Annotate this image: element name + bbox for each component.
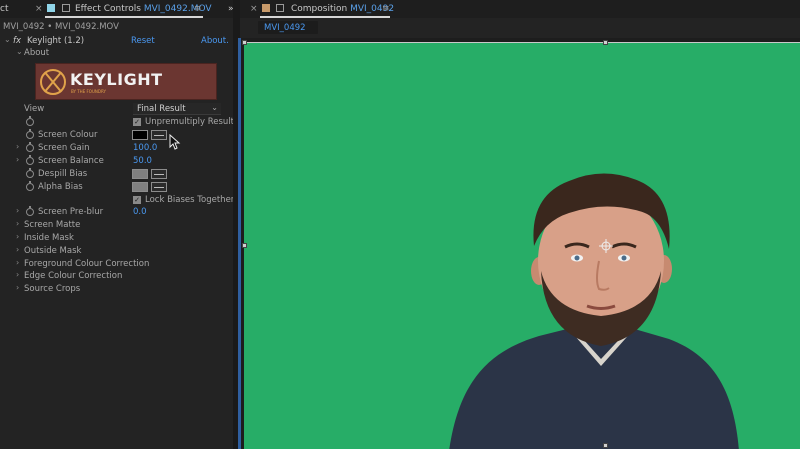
tab-partial[interactable]: ct xyxy=(0,4,8,14)
chevron-right-icon[interactable]: › xyxy=(16,232,19,241)
despill-bias-label: Despill Bias xyxy=(38,169,88,179)
stopwatch-icon[interactable] xyxy=(26,181,34,191)
panel-color-icon xyxy=(262,4,270,12)
group-row-inside-mask[interactable]: › Inside Mask xyxy=(0,232,233,245)
keylight-logo: KEYLIGHT BY THE FOUNDRY xyxy=(35,63,217,100)
screen-balance-row: › Screen Balance 50.0 xyxy=(0,155,233,168)
chevron-right-icon[interactable]: › xyxy=(16,258,19,267)
chevron-down-icon[interactable]: ⌄ xyxy=(16,47,23,56)
despill-bias-swatch[interactable] xyxy=(132,169,148,179)
effect-name: Keylight (1.2) xyxy=(27,36,85,46)
screen-colour-label: Screen Colour xyxy=(38,130,98,140)
subject-person-image xyxy=(449,173,739,449)
group-label: Screen Matte xyxy=(24,220,81,230)
chevron-right-icon[interactable]: › xyxy=(16,245,19,254)
view-label: View xyxy=(24,104,45,114)
transform-handle[interactable] xyxy=(603,443,608,448)
active-tab-indicator xyxy=(45,16,203,18)
unpremultiply-label: Unpremultiply Result xyxy=(145,117,235,127)
keylight-logo-text: KEYLIGHT xyxy=(70,70,163,89)
composition-chip[interactable]: MVI_0492 xyxy=(258,21,318,34)
group-label: Outside Mask xyxy=(24,246,82,256)
about-section-label: About xyxy=(24,48,50,58)
stopwatch-icon[interactable] xyxy=(26,168,34,178)
keylight-logo-subtext: BY THE FOUNDRY xyxy=(71,89,106,94)
close-icon[interactable]: × xyxy=(250,4,258,14)
lock-icon[interactable] xyxy=(276,4,284,12)
breadcrumb: MVI_0492 • MVI_0492.MOV xyxy=(3,22,119,32)
composition-subtab-bar xyxy=(240,18,800,38)
eyedropper-icon[interactable] xyxy=(151,169,167,179)
close-icon[interactable]: × xyxy=(35,4,43,14)
composition-chip-label: MVI_0492 xyxy=(264,23,306,33)
screen-preblur-row: › Screen Pre-blur 0.0 xyxy=(0,206,233,219)
unpremultiply-row: ✓ Unpremultiply Result xyxy=(0,116,235,129)
screen-gain-value[interactable]: 100.0 xyxy=(133,143,157,153)
chevron-right-icon[interactable]: › xyxy=(16,270,19,279)
stopwatch-icon[interactable] xyxy=(26,206,34,216)
group-label: Source Crops xyxy=(24,284,81,294)
eyedropper-icon[interactable] xyxy=(151,182,167,192)
alpha-bias-label: Alpha Bias xyxy=(38,182,83,192)
lock-biases-checkbox[interactable]: ✓ xyxy=(133,196,141,204)
chevron-down-icon: ⌄ xyxy=(211,103,218,112)
stopwatch-icon[interactable] xyxy=(26,116,34,126)
screen-gain-row: › Screen Gain 100.0 xyxy=(0,142,233,155)
group-row-outside-mask[interactable]: › Outside Mask xyxy=(0,245,233,258)
transform-handle[interactable] xyxy=(603,40,608,45)
fx-icon[interactable]: fx xyxy=(13,36,21,46)
group-row-edge-colour-correction[interactable]: › Edge Colour Correction xyxy=(0,270,233,283)
lock-biases-label: Lock Biases Together xyxy=(145,195,235,205)
chevron-right-icon[interactable]: › xyxy=(16,155,19,164)
alpha-bias-row: Alpha Bias xyxy=(0,181,233,194)
about-section-row[interactable]: ⌄ About xyxy=(0,47,233,60)
group-row-source-crops[interactable]: › Source Crops xyxy=(0,283,233,296)
transform-handle[interactable] xyxy=(242,243,247,248)
eyedropper-icon[interactable] xyxy=(151,130,167,140)
stopwatch-icon[interactable] xyxy=(26,142,34,152)
tab-composition[interactable]: Composition MVI_0492 xyxy=(291,4,394,14)
screen-preblur-value[interactable]: 0.0 xyxy=(133,207,147,217)
panel-menu-icon[interactable]: ≡ xyxy=(382,4,390,14)
lock-icon[interactable] xyxy=(62,4,70,12)
view-dropdown-value: Final Result xyxy=(137,104,186,114)
anchor-point-icon[interactable] xyxy=(599,239,613,253)
mouse-cursor-icon xyxy=(169,134,181,150)
group-label: Foreground Colour Correction xyxy=(24,259,150,269)
group-label: Edge Colour Correction xyxy=(24,271,123,281)
chevron-down-icon[interactable]: ⌄ xyxy=(4,35,11,44)
chevron-right-icon[interactable]: › xyxy=(16,206,19,215)
stopwatch-icon[interactable] xyxy=(26,129,34,139)
chevron-right-icon[interactable]: › xyxy=(16,283,19,292)
transform-handle[interactable] xyxy=(242,40,247,45)
reset-link[interactable]: Reset xyxy=(131,36,155,46)
tab-composition-label: Composition xyxy=(291,4,348,14)
panel-menu-icon[interactable]: ≡ xyxy=(194,4,202,14)
group-label: Inside Mask xyxy=(24,233,74,243)
screen-preblur-label: Screen Pre-blur xyxy=(38,207,104,217)
alpha-bias-swatch[interactable] xyxy=(132,182,148,192)
unpremultiply-checkbox[interactable]: ✓ xyxy=(133,118,141,126)
tab-effect-controls[interactable]: Effect Controls MVI_0492.MOV xyxy=(75,4,212,14)
composition-viewer[interactable] xyxy=(244,43,800,449)
panel-color-icon xyxy=(47,4,55,12)
chevron-right-icon[interactable]: › xyxy=(16,142,19,151)
screen-balance-value[interactable]: 50.0 xyxy=(133,156,152,166)
view-dropdown[interactable]: Final Result ⌄ xyxy=(133,103,221,115)
screen-colour-swatch[interactable] xyxy=(132,130,148,140)
stopwatch-icon[interactable] xyxy=(26,155,34,165)
screen-gain-label: Screen Gain xyxy=(38,143,90,153)
chevron-right-icon[interactable]: › xyxy=(16,219,19,228)
keylight-mark-icon xyxy=(40,69,66,95)
screen-balance-label: Screen Balance xyxy=(38,156,104,166)
despill-bias-row: Despill Bias xyxy=(0,168,233,181)
tab-effect-controls-label: Effect Controls xyxy=(75,4,141,14)
group-row-screen-matte[interactable]: › Screen Matte xyxy=(0,219,233,232)
screen-colour-row: Screen Colour xyxy=(0,129,233,142)
about-link[interactable]: About. xyxy=(201,36,229,46)
panel-divider-highlight xyxy=(238,38,241,449)
